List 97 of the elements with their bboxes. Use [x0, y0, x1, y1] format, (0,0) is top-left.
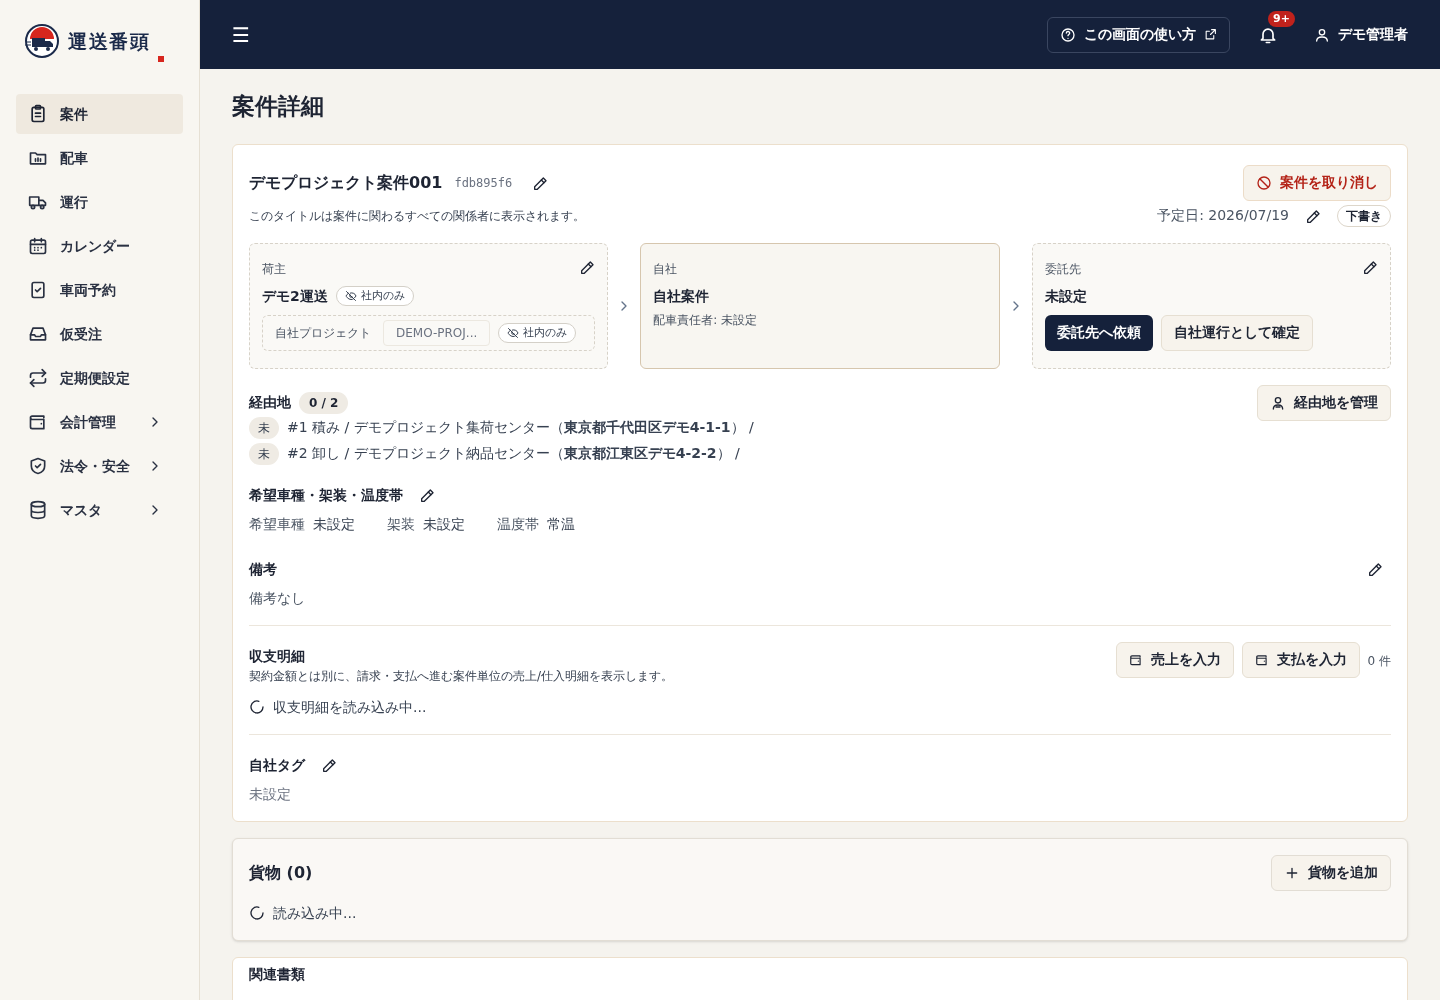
party-label: 荷主 [262, 260, 286, 278]
field-label: 温度帯 [497, 514, 539, 534]
eye-off-icon [507, 326, 520, 339]
visibility-badge: 社内のみ [498, 322, 577, 343]
logo-icon [24, 23, 60, 59]
sidebar-item[interactable]: 運行 [16, 182, 183, 222]
sidebar-item[interactable]: 案件 [16, 94, 183, 134]
inbox-icon [28, 324, 48, 344]
help-button[interactable]: この画面の使い方 [1047, 16, 1230, 53]
menu-button[interactable]: ☰ [232, 24, 250, 45]
notification-badge: 9+ [1268, 10, 1295, 27]
sidebar-item[interactable]: 車両予約 [16, 270, 183, 310]
waypoint-text: #2 卸し / デモプロジェクト納品センター（東京都江東区デモ4-2-2） / [287, 444, 740, 463]
confirm-own-button[interactable]: 自社運行として確定 [1160, 314, 1313, 351]
edit-button[interactable] [579, 258, 596, 275]
party-label: 自社 [653, 260, 678, 278]
checklist-icon [28, 280, 48, 300]
field-value: 常温 [547, 514, 575, 534]
section-title: 収支明細 [249, 646, 306, 666]
waypoint-text: #1 積み / デモプロジェクト集荷センター（東京都千代田区デモ4-1-1） / [287, 418, 754, 437]
help-icon [1060, 26, 1076, 43]
section-title: 関連書類 [249, 965, 306, 982]
sidebar-item[interactable]: 配車 [16, 138, 183, 178]
eye-off-icon [344, 290, 357, 302]
database-icon [28, 500, 48, 520]
section-title: 貨物 (0) [249, 861, 314, 884]
wallet-icon [1254, 652, 1269, 667]
pencil-icon [1367, 562, 1383, 578]
loading-text: 収支明細を読み込み中... [273, 697, 427, 717]
count-text: 0 件 [1367, 652, 1391, 670]
repeat-icon [28, 368, 48, 388]
project-select[interactable]: DEMO-PROJ... [383, 319, 491, 346]
sidebar-item[interactable]: 仮受注 [16, 314, 183, 354]
spinner-icon [249, 905, 265, 921]
sidebar-item[interactable]: マスタ [16, 490, 183, 530]
case-title: デモプロジェクト案件001 [249, 171, 443, 194]
spinner-icon [249, 699, 265, 715]
remarks-text: 備考なし [249, 588, 306, 608]
party-note: 配車責任者: 未設定 [653, 311, 759, 329]
section-title: 経由地 [249, 393, 291, 412]
edit-button[interactable] [1367, 561, 1383, 577]
section-title: 備考 [249, 559, 277, 579]
pencil-icon [321, 758, 337, 774]
project-label: 自社プロジェクト [274, 324, 372, 342]
sidebar-item[interactable]: 定期便設定 [16, 358, 183, 398]
party-name: デモ2運送 [262, 286, 328, 306]
field-value: 未設定 [423, 514, 465, 534]
request-carrier-button[interactable]: 委託先へ依頼 [1044, 314, 1153, 351]
external-link-icon [1204, 28, 1217, 41]
loading-text: 読み込み中... [273, 903, 357, 923]
section-title: 自社タグ [249, 755, 305, 775]
pencil-icon [1305, 208, 1321, 225]
seal-icon [158, 56, 165, 62]
section-title: 希望車種・架装・温度帯 [249, 485, 403, 505]
shield-icon [28, 456, 48, 476]
sidebar-item[interactable]: カレンダー [16, 226, 183, 266]
brand-name: 運送番頭 [68, 28, 151, 54]
sidebar-item[interactable]: 会計管理 [16, 402, 183, 442]
pencil-icon [579, 259, 596, 276]
title-note: このタイトルは案件に関わるすべての関係者に表示されます。 [249, 207, 585, 225]
pencil-icon [419, 488, 435, 504]
cancel-case-button[interactable]: 案件を取り消し [1243, 164, 1391, 201]
field-label: 架装 [387, 514, 415, 534]
clipboard-icon [28, 104, 48, 124]
add-cargo-button[interactable]: 貨物を追加 [1271, 854, 1391, 891]
sidebar-item[interactable]: 法令・安全 [16, 446, 183, 486]
party-name: 自社案件 [653, 286, 710, 306]
edit-button[interactable] [1362, 258, 1378, 275]
status-badge: 未 [249, 442, 279, 465]
pencil-icon [1362, 259, 1378, 276]
user-icon [1314, 26, 1330, 43]
tags-value: 未設定 [249, 784, 292, 804]
section-note: 契約金額とは別に、請求・支払へ進む案件単位の売上/仕入明細を表示します。 [249, 667, 675, 685]
page-title: 案件詳細 [232, 92, 325, 121]
party-label: 委託先 [1044, 260, 1081, 278]
user-menu[interactable]: デモ管理者 [1314, 24, 1408, 45]
field-value: 未設定 [313, 514, 355, 534]
case-id: fdb895f6 [454, 174, 513, 192]
enter-sales-button[interactable]: 売上を入力 [1115, 641, 1234, 678]
edit-button[interactable] [419, 487, 435, 503]
scheduled-date: 予定日: 2026/07/19 [1157, 206, 1289, 225]
person-icon [1270, 394, 1286, 411]
pencil-icon [532, 175, 549, 192]
wallet-icon [28, 412, 48, 432]
field-label: 希望車種 [249, 514, 305, 534]
party-name: 未設定 [1044, 286, 1087, 306]
count-badge: 0 / 2 [299, 391, 349, 414]
edit-button[interactable] [1305, 207, 1321, 224]
edit-button[interactable] [321, 757, 337, 773]
calendar-icon [28, 236, 48, 256]
status-badge: 未 [249, 416, 279, 439]
manage-waypoints-button[interactable]: 経由地を管理 [1257, 384, 1391, 421]
enter-payment-button[interactable]: 支払を入力 [1241, 641, 1360, 678]
visibility-badge: 社内のみ [335, 286, 414, 306]
edit-button[interactable] [532, 174, 549, 191]
ban-icon [1256, 174, 1272, 191]
wallet-icon [1128, 652, 1143, 667]
